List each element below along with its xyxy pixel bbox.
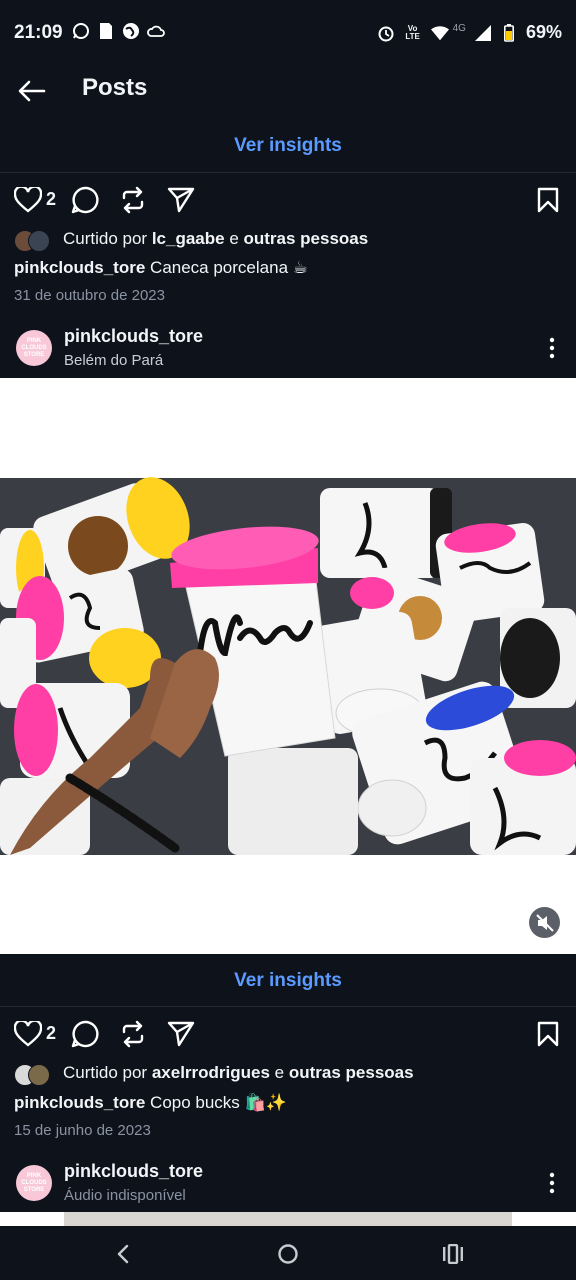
avatar[interactable]: PINK CLOUDS STORE — [16, 1165, 52, 1201]
repost-button[interactable] — [117, 184, 149, 216]
whatsapp-icon — [72, 22, 90, 40]
avatar — [28, 1064, 50, 1086]
more-options-button[interactable] — [542, 1169, 562, 1197]
battery-percent: 69% — [525, 22, 562, 42]
more-options-button[interactable] — [542, 334, 562, 362]
like-button[interactable] — [12, 1018, 44, 1050]
recents-nav-icon — [443, 1244, 463, 1264]
liker-avatars — [14, 1062, 54, 1086]
share-button[interactable] — [165, 1018, 197, 1050]
liked-by-prefix: Curtido por — [63, 1063, 152, 1082]
liked-by-others[interactable]: outras pessoas — [289, 1063, 414, 1083]
globe-icon — [122, 22, 140, 40]
caption-text: Copo bucks 🛍️✨ — [145, 1093, 287, 1112]
divider — [0, 1006, 576, 1007]
post-caption: pinkclouds_tore Caneca porcelana ☕ — [14, 258, 308, 278]
more-vertical-icon — [549, 1172, 555, 1194]
more-vertical-icon — [549, 337, 555, 359]
back-nav-icon — [117, 1244, 129, 1264]
liked-by-user[interactable]: lc_gaabe — [152, 229, 225, 249]
send-icon — [167, 1021, 195, 1047]
alarm-icon — [377, 24, 395, 42]
post-media[interactable] — [0, 378, 576, 954]
volte-icon: Vo LTE — [405, 23, 420, 41]
repost-button[interactable] — [117, 1018, 149, 1050]
app-bar: Posts — [0, 66, 576, 116]
save-button[interactable] — [532, 1018, 564, 1050]
liked-by-joiner: e — [269, 1063, 289, 1082]
liker-avatars — [14, 228, 54, 252]
post-actions: 2 — [0, 1018, 576, 1054]
post-username[interactable]: pinkclouds_tore — [64, 326, 203, 347]
avatar[interactable]: PINK CLOUDS STORE — [16, 330, 52, 366]
next-post-media-edge — [0, 1212, 576, 1226]
audio-muted-button[interactable] — [529, 907, 560, 938]
bookmark-icon — [537, 187, 559, 213]
wifi-icon — [430, 24, 449, 42]
comment-icon — [71, 186, 99, 214]
post-location[interactable]: Belém do Pará — [64, 352, 163, 369]
avatar-logo-text: PINK CLOUDS STORE — [21, 1172, 47, 1193]
liked-by-joiner: e — [224, 229, 244, 248]
liked-by-row: Curtido por lc_gaabe e outras pessoas — [14, 228, 369, 252]
comment-button[interactable] — [69, 184, 101, 216]
like-button[interactable] — [12, 184, 44, 216]
page-title: Posts — [82, 74, 148, 101]
comment-icon — [71, 1020, 99, 1048]
cups-photo — [0, 477, 576, 855]
nav-back-button[interactable] — [103, 1238, 143, 1270]
status-bar: 21:09 Vo LTE 4G 69% — [0, 0, 576, 66]
view-insights-link[interactable]: Ver insights — [0, 135, 576, 157]
bookmark-icon — [537, 1021, 559, 1047]
liked-by-others[interactable]: outras pessoas — [244, 229, 369, 249]
liked-by-user[interactable]: axelrrodrigues — [152, 1063, 270, 1083]
caption-username[interactable]: pinkclouds_tore — [14, 1093, 145, 1112]
repost-icon — [122, 186, 144, 214]
comment-button[interactable] — [69, 1018, 101, 1050]
liked-by-row: Curtido por axelrrodrigues e outras pess… — [14, 1062, 414, 1086]
send-icon — [167, 187, 195, 213]
avatar-logo-text: PINK CLOUDS STORE — [21, 337, 47, 358]
save-button[interactable] — [532, 184, 564, 216]
post-actions: 2 — [0, 184, 576, 220]
status-left-icons — [72, 22, 165, 40]
post-date: 31 de outubro de 2023 — [14, 287, 165, 304]
nav-home-button[interactable] — [268, 1238, 308, 1270]
liked-by-prefix: Curtido por — [63, 229, 152, 248]
arrow-left-icon — [18, 80, 46, 102]
volume-off-icon — [535, 913, 554, 932]
back-button[interactable] — [14, 76, 50, 106]
divider — [0, 172, 576, 173]
view-insights-link[interactable]: Ver insights — [0, 970, 576, 992]
network-label: 4G — [452, 23, 466, 34]
post-header: PINK CLOUDS STORE pinkclouds_tore Belém … — [0, 320, 576, 376]
like-count: 2 — [46, 189, 57, 209]
status-right-icons: Vo LTE 4G 69% — [377, 22, 562, 43]
signal-icon — [474, 24, 492, 42]
system-nav-bar — [0, 1226, 576, 1280]
post-date: 15 de junho de 2023 — [14, 1122, 151, 1139]
caption-text: Caneca porcelana ☕ — [145, 258, 308, 277]
post-audio-status: Áudio indisponível — [64, 1187, 186, 1204]
like-count: 2 — [46, 1023, 57, 1043]
post-username[interactable]: pinkclouds_tore — [64, 1161, 203, 1182]
nav-recents-button[interactable] — [433, 1238, 473, 1270]
avatar — [28, 230, 50, 252]
heart-icon — [14, 187, 42, 213]
repost-icon — [122, 1020, 144, 1048]
home-nav-icon — [278, 1244, 298, 1264]
status-time: 21:09 — [14, 22, 63, 43]
battery-icon — [500, 23, 518, 42]
post-header: PINK CLOUDS STORE pinkclouds_tore Áudio … — [0, 1155, 576, 1211]
share-button[interactable] — [165, 184, 197, 216]
heart-icon — [14, 1021, 42, 1047]
caption-username[interactable]: pinkclouds_tore — [14, 258, 145, 277]
cloud-icon — [147, 22, 165, 40]
post-caption: pinkclouds_tore Copo bucks 🛍️✨ — [14, 1093, 287, 1113]
notes-icon — [97, 22, 115, 40]
